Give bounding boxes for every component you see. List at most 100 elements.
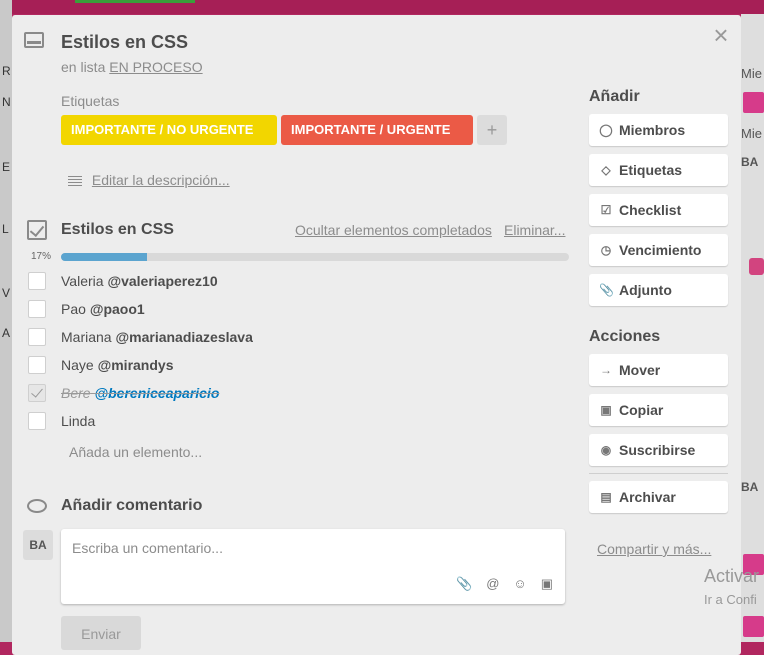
checklist-item-text[interactable]: Valeria @valeriaperez10 [61, 273, 218, 289]
checklist-icon [27, 220, 47, 240]
comment-tools: 📎 @ ☺ ▣ [456, 576, 553, 592]
right-fragment: Mie [741, 66, 762, 81]
checklist-item[interactable]: Naye @mirandys [27, 354, 567, 382]
clock-icon: ◷ [600, 243, 612, 257]
subscribe-button[interactable]: ◉ Suscribirse [589, 434, 728, 466]
checklist-item-text[interactable]: Pao @paoo1 [61, 301, 145, 317]
left-fragment: V [2, 286, 11, 300]
label-important-urgent[interactable]: IMPORTANTE / URGENTE [281, 115, 473, 145]
due-date-button[interactable]: ◷ Vencimiento [589, 234, 728, 266]
left-fragment: R [2, 64, 11, 78]
right-fragment: BA [741, 155, 759, 169]
left-fragment: A [2, 326, 11, 340]
checklist-item[interactable]: Bere @bereniceaparicio [27, 382, 567, 410]
checkbox[interactable] [28, 356, 46, 374]
left-fragment: N [2, 95, 11, 109]
avatar[interactable]: BA [23, 530, 53, 560]
item-name: Mariana [61, 329, 112, 345]
item-name: Pao [61, 301, 86, 317]
checkbox[interactable] [28, 412, 46, 430]
edit-description-link[interactable]: Editar la descripción... [92, 172, 230, 188]
members-button[interactable]: ◯ Miembros [589, 114, 728, 146]
item-name: Naye [61, 357, 94, 373]
checklist-items: Valeria @valeriaperez10 Pao @paoo1 Mariana… [27, 270, 567, 438]
item-name: Linda [61, 413, 96, 429]
board-right-column: Mie Mie BA BA [741, 14, 764, 642]
checkbox[interactable] [28, 300, 46, 318]
share-more-link[interactable]: Compartir y más... [597, 541, 711, 557]
emoji-icon[interactable]: ☺ [513, 576, 526, 592]
button-label: Adjunto [619, 282, 672, 298]
card-icon [24, 32, 44, 48]
item-user-mention[interactable]: @mirandys [98, 357, 174, 373]
left-fragment: L [2, 222, 9, 236]
checklist-item[interactable]: Valeria @valeriaperez10 [27, 270, 567, 298]
hide-completed-link[interactable]: Ocultar elementos completados [295, 222, 492, 238]
button-label: Suscribirse [619, 442, 696, 458]
button-label: Copiar [619, 402, 664, 418]
archive-icon: ▤ [600, 490, 612, 504]
add-item-button[interactable]: Añada un elemento... [69, 444, 202, 460]
item-user-mention[interactable]: @bereniceaparicio [94, 385, 219, 401]
label-fragment [749, 258, 764, 275]
board-header-accent [75, 0, 195, 3]
label-important-not-urgent[interactable]: IMPORTANTE / NO URGENTE [61, 115, 277, 145]
progress-percent: 17% [31, 251, 52, 262]
button-label: Miembros [619, 122, 686, 138]
checkbox-checked[interactable] [28, 384, 46, 402]
move-button[interactable]: → Mover [589, 354, 728, 386]
card-title[interactable]: Estilos en CSS [61, 32, 188, 53]
mention-icon[interactable]: @ [486, 576, 499, 592]
list-link[interactable]: EN PROCESO [109, 59, 202, 75]
description-icon [68, 174, 82, 188]
item-name: Bere [61, 385, 91, 401]
button-label: Vencimiento [619, 242, 702, 258]
item-name: Valeria [61, 273, 104, 289]
description-edit[interactable]: Editar la descripción... [68, 172, 230, 188]
checklist-title[interactable]: Estilos en CSS [61, 221, 174, 239]
card-detail-modal: × Estilos en CSS en lista EN PROCESO Eti… [12, 15, 741, 655]
attachment-icon[interactable]: 📎 [456, 576, 472, 592]
board-left-column: R N E L V A [0, 0, 12, 642]
checklist-button[interactable]: ☑ Checklist [589, 194, 728, 226]
card-icon: ▣ [600, 403, 612, 417]
labels-heading: Etiquetas [61, 93, 120, 109]
archive-button[interactable]: ▤ Archivar [589, 481, 728, 513]
send-comment-button[interactable]: Enviar [61, 616, 141, 650]
button-label: Checklist [619, 202, 682, 218]
close-icon[interactable]: × [709, 22, 733, 48]
comment-input[interactable]: Escriba un comentario... 📎 @ ☺ ▣ [61, 529, 565, 604]
item-user-mention[interactable]: @marianadiazeslava [115, 329, 252, 345]
card-link-icon[interactable]: ▣ [541, 576, 553, 592]
item-user-mention[interactable]: @paoo1 [90, 301, 145, 317]
comment-icon [27, 499, 47, 513]
eye-icon: ◉ [600, 443, 612, 457]
comment-placeholder: Escriba un comentario... [72, 540, 223, 556]
checklist-item-text[interactable]: Linda [61, 413, 95, 429]
delete-checklist-link[interactable]: Eliminar... [504, 222, 565, 238]
in-list-prefix: en lista [61, 59, 106, 75]
checklist-item[interactable]: Linda [27, 410, 567, 438]
add-label-button[interactable]: + [477, 115, 507, 145]
checklist-item[interactable]: Pao @paoo1 [27, 298, 567, 326]
item-user-mention[interactable]: @valeriaperez10 [107, 273, 217, 289]
checkbox[interactable] [28, 272, 46, 290]
checklist-item-text[interactable]: Bere @bereniceaparicio [61, 385, 219, 401]
checkbox[interactable] [28, 328, 46, 346]
arrow-right-icon: → [600, 363, 612, 377]
user-icon: ◯ [599, 123, 613, 137]
comment-heading: Añadir comentario [61, 497, 203, 514]
actions-heading: Acciones [589, 328, 661, 345]
checklist-item-text[interactable]: Mariana @marianadiazeslava [61, 329, 253, 345]
avatar [743, 92, 764, 113]
button-label: Archivar [619, 489, 676, 505]
copy-button[interactable]: ▣ Copiar [589, 394, 728, 426]
checkbox-icon: ☑ [600, 203, 612, 217]
activation-watermark: Activar [704, 566, 760, 586]
button-label: Etiquetas [619, 162, 683, 178]
attachment-button[interactable]: 📎 Adjunto [589, 274, 728, 306]
add-heading: Añadir [589, 88, 640, 105]
labels-button[interactable]: ◇ Etiquetas [589, 154, 728, 186]
checklist-item[interactable]: Mariana @marianadiazeslava [27, 326, 567, 354]
checklist-item-text[interactable]: Naye @mirandys [61, 357, 173, 373]
